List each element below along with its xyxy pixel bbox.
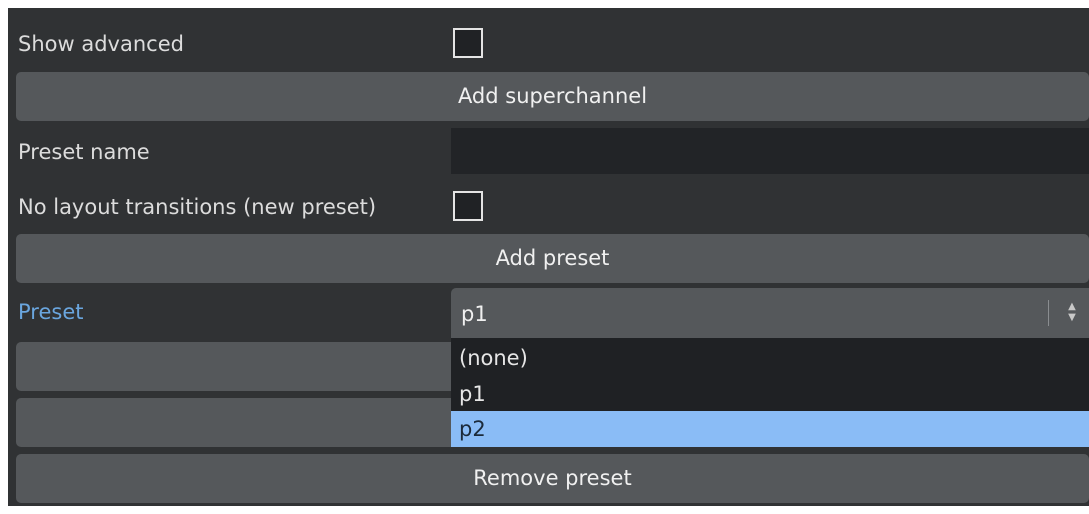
preset-select[interactable]: p1 ▲ ▼ <box>451 288 1089 338</box>
hidden-button-2[interactable] <box>16 398 451 447</box>
preset-name-label: Preset name <box>18 140 150 164</box>
preset-label: Preset <box>18 300 84 324</box>
up-down-arrows-icon: ▲ ▼ <box>1068 301 1076 323</box>
preset-name-input[interactable] <box>451 128 1089 174</box>
dropdown-option-p1[interactable]: p1 <box>451 376 1089 412</box>
remove-preset-button[interactable]: Remove preset <box>16 454 1089 503</box>
show-advanced-checkbox[interactable] <box>453 28 483 58</box>
hidden-button-1[interactable] <box>16 342 451 391</box>
no-layout-transitions-label: No layout transitions (new preset) <box>18 195 377 219</box>
preset-dropdown-list: (none) p1 p2 <box>451 338 1089 447</box>
add-superchannel-button[interactable]: Add superchannel <box>16 72 1089 121</box>
add-preset-button[interactable]: Add preset <box>16 234 1089 283</box>
show-advanced-label: Show advanced <box>18 32 184 56</box>
preset-select-value: p1 <box>461 302 488 326</box>
no-layout-transitions-checkbox[interactable] <box>453 191 483 221</box>
dropdown-option-p2[interactable]: p2 <box>451 411 1089 447</box>
select-separator <box>1048 300 1049 326</box>
dropdown-option-none[interactable]: (none) <box>451 340 1089 376</box>
